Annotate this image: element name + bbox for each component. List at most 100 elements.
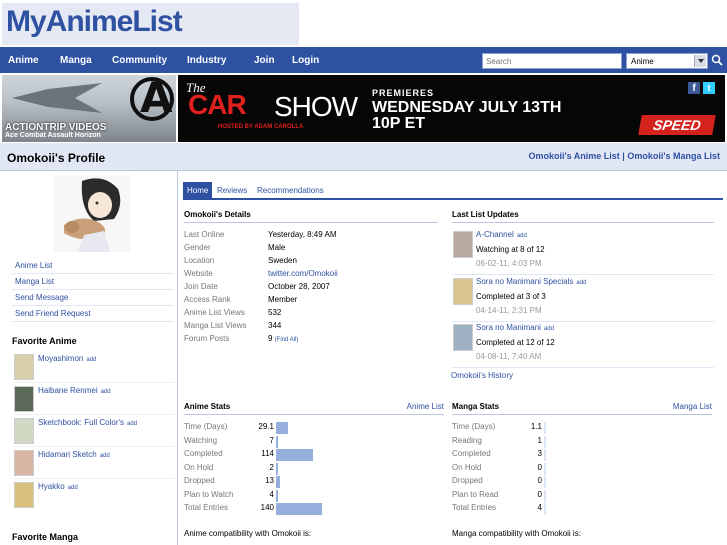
facebook-icon[interactable]: f <box>688 82 700 94</box>
anime-thumbnail[interactable] <box>14 386 34 412</box>
list-update-item: Sora no Manimani add Completed at 12 of 1… <box>452 322 714 368</box>
header-manga-list-link[interactable]: Omokoii's Manga List <box>627 151 720 161</box>
update-title[interactable]: Sora no Manimani Specials <box>476 277 573 286</box>
search-icon[interactable] <box>711 54 723 66</box>
anime-thumbnail[interactable] <box>14 482 34 508</box>
stats-label: Completed <box>452 449 491 458</box>
add-link[interactable]: add <box>517 233 527 239</box>
nav-anime[interactable]: Anime <box>8 55 39 66</box>
manga-stats-list-link[interactable]: Manga List <box>673 402 712 411</box>
add-link[interactable]: add <box>68 485 78 491</box>
stats-bar <box>276 476 280 488</box>
anime-thumbnail[interactable] <box>453 278 473 305</box>
favorite-anime-name[interactable]: Hyakko <box>38 482 65 491</box>
stats-row: On Hold 2 <box>184 462 434 476</box>
add-link[interactable]: add <box>127 421 137 427</box>
stats-bar <box>544 476 546 488</box>
stats-bar <box>276 435 278 448</box>
sidebar-send-message[interactable]: Send Message <box>12 290 174 306</box>
sidebar-anime-list[interactable]: Anime List <box>12 258 174 274</box>
stats-label: Time (Days) <box>452 422 496 431</box>
ad-banner-actiontrip[interactable]: ACTIONTRIP VIDEOS Ace Combat Assault Hor… <box>2 75 176 142</box>
nav-industry[interactable]: Industry <box>187 55 226 66</box>
anime-thumbnail[interactable] <box>453 231 473 258</box>
favorite-anime-name[interactable]: Haibane Renmei <box>38 386 98 395</box>
stats-label: Dropped <box>452 476 483 485</box>
ad-host: HOSTED BY ADAM CAROLLA <box>218 124 304 130</box>
stats-bar <box>276 462 278 475</box>
detail-value: Sweden <box>268 256 297 265</box>
update-title[interactable]: A-Channel <box>476 230 514 239</box>
avatar-illustration <box>54 175 130 252</box>
detail-label: Anime List Views <box>184 308 245 317</box>
favorite-anime-item: Haibane Renmei add <box>14 385 174 415</box>
detail-row: Gender Male <box>184 243 438 256</box>
manga-stats-heading: Manga Stats Manga List <box>452 402 712 415</box>
add-link[interactable]: add <box>101 389 111 395</box>
detail-label: Forum Posts <box>184 334 230 343</box>
stats-row: Completed 3 <box>452 449 702 462</box>
find-all-link[interactable]: (Find All) <box>275 337 299 343</box>
stats-label: Watching <box>184 435 218 445</box>
favorite-anime-name[interactable]: Sketchbook: Full Color's <box>38 418 124 427</box>
sidebar-send-friend-request[interactable]: Send Friend Request <box>12 306 174 322</box>
site-logo[interactable]: MyAnimeList <box>2 3 299 45</box>
stats-bar <box>276 503 322 515</box>
nav-login[interactable]: Login <box>292 55 319 66</box>
tab-home[interactable]: Home <box>183 182 213 199</box>
twitter-icon[interactable]: t <box>703 82 715 94</box>
detail-value: Yesterday, 8:49 AM <box>268 230 337 239</box>
nav-community[interactable]: Community <box>112 55 167 66</box>
anime-thumbnail[interactable] <box>453 324 473 351</box>
stats-row: Time (Days) 1.1 <box>452 422 702 435</box>
anime-thumbnail[interactable] <box>14 354 34 380</box>
detail-label: Join Date <box>184 282 218 291</box>
anime-stats-list-link[interactable]: Anime List <box>407 402 444 411</box>
favorite-anime-name[interactable]: Hidamari Sketch <box>38 450 97 459</box>
anime-thumbnail[interactable] <box>14 450 34 476</box>
header-anime-list-link[interactable]: Omokoii's Anime List <box>528 151 619 161</box>
nav-manga[interactable]: Manga <box>60 55 92 66</box>
stats-row: Dropped 0 <box>452 476 702 489</box>
detail-row: Anime List Views 532 <box>184 308 438 321</box>
anime-thumbnail[interactable] <box>14 418 34 444</box>
update-status: Completed at 12 of 12 <box>476 338 555 347</box>
search-input[interactable] <box>482 53 622 69</box>
update-title[interactable]: Sora no Manimani <box>476 323 541 332</box>
favorite-anime-heading: Favorite Anime <box>12 336 77 346</box>
detail-label: Location <box>184 256 215 265</box>
tab-reviews[interactable]: Reviews <box>213 182 251 199</box>
list-update-item: Sora no Manimani Specials add Completed a… <box>452 276 714 322</box>
stats-value: 140 <box>260 503 274 512</box>
ad-show: SHOW <box>274 91 358 122</box>
update-date: 06-02-11, 4:03 PM <box>476 259 542 268</box>
detail-row: Join Date October 28, 2007 <box>184 282 438 295</box>
nav-join[interactable]: Join <box>254 55 275 66</box>
add-link[interactable]: add <box>576 280 586 286</box>
history-link[interactable]: Omokoii's History <box>451 371 513 380</box>
stats-label: Dropped <box>184 476 215 485</box>
detail-value: Male <box>268 243 286 252</box>
ad-speed-logo: SPEED <box>638 115 716 135</box>
stats-value: 3 <box>537 449 542 458</box>
stats-bar <box>544 422 546 434</box>
ad-banner-carshow[interactable]: The CAR SHOW HOSTED BY ADAM CAROLLA PREM… <box>178 75 725 142</box>
add-link[interactable]: add <box>100 453 110 459</box>
tab-recommendations[interactable]: Recommendations <box>253 182 328 199</box>
sidebar-manga-list[interactable]: Manga List <box>12 274 174 290</box>
favorite-anime-name[interactable]: Moyashimon <box>38 354 83 363</box>
detail-row: Forum Posts 9 (Find All) <box>184 334 438 347</box>
update-date: 04-14-11, 2:31 PM <box>476 306 542 315</box>
add-link[interactable]: add <box>86 357 96 363</box>
add-link[interactable]: add <box>544 326 554 332</box>
stats-row: Plan to Watch 4 <box>184 489 434 503</box>
stats-row: Watching 7 <box>184 435 434 449</box>
manga-stats-heading-text: Manga Stats <box>452 402 500 411</box>
stats-value: 1 <box>537 435 542 445</box>
detail-row: Manga List Views 344 <box>184 321 438 334</box>
search-type-value: Anime <box>631 57 654 66</box>
website-link[interactable]: twitter.com/Omokoii <box>268 269 338 278</box>
stats-bar <box>544 503 546 515</box>
search-type-select[interactable]: Anime <box>626 53 708 69</box>
logo-text[interactable]: MyAnimeList <box>6 5 183 39</box>
